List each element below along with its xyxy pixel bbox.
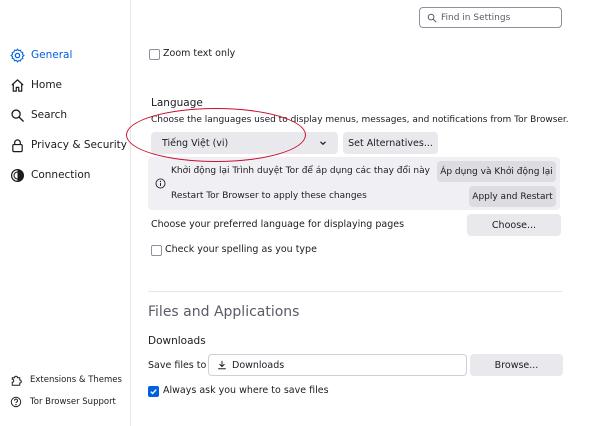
always-ask-checkbox[interactable] bbox=[148, 386, 159, 397]
sidebar-item-label: General bbox=[31, 49, 73, 61]
sidebar-item-label: Extensions & Themes bbox=[30, 375, 122, 385]
language-description: Choose the languages used to display men… bbox=[151, 115, 569, 125]
section-divider bbox=[148, 291, 562, 292]
download-folder-value: Downloads bbox=[232, 359, 285, 371]
chevron-down-icon bbox=[318, 138, 328, 148]
sidebar: General Home Search Privacy & Security C… bbox=[0, 0, 131, 426]
spell-check-label: Check your spelling as you type bbox=[165, 244, 317, 255]
language-select-value: Tiếng Việt (vi) bbox=[162, 137, 229, 149]
onion-icon bbox=[9, 167, 25, 183]
choose-language-button[interactable]: Choose... bbox=[467, 214, 561, 236]
download-folder-field[interactable]: Downloads bbox=[208, 354, 467, 376]
sidebar-item-connection[interactable]: Connection bbox=[0, 162, 130, 188]
sidebar-item-extensions[interactable]: Extensions & Themes bbox=[0, 371, 130, 389]
zoom-text-only-checkbox[interactable] bbox=[149, 49, 160, 60]
info-icon bbox=[155, 178, 166, 189]
home-icon bbox=[9, 77, 25, 93]
restart-message-en: Restart Tor Browser to apply these chang… bbox=[171, 191, 367, 201]
sidebar-item-support[interactable]: Tor Browser Support bbox=[0, 393, 130, 411]
spell-check-checkbox[interactable] bbox=[151, 245, 162, 256]
sidebar-item-label: Search bbox=[31, 109, 68, 121]
search-icon bbox=[427, 13, 437, 23]
puzzle-icon bbox=[10, 374, 22, 386]
search-input[interactable] bbox=[441, 12, 551, 23]
sidebar-item-label: Privacy & Security bbox=[31, 139, 127, 151]
lock-icon bbox=[9, 137, 25, 153]
sidebar-item-search[interactable]: Search bbox=[0, 102, 130, 128]
checkmark-icon bbox=[150, 389, 157, 395]
search-icon bbox=[9, 107, 25, 123]
apply-restart-button-en[interactable]: Apply and Restart bbox=[469, 186, 556, 207]
files-applications-heading: Files and Applications bbox=[148, 304, 300, 320]
downloads-heading: Downloads bbox=[148, 335, 206, 347]
save-files-label: Save files to bbox=[148, 360, 207, 371]
sidebar-item-privacy[interactable]: Privacy & Security bbox=[0, 132, 130, 158]
sidebar-item-home[interactable]: Home bbox=[0, 72, 130, 98]
language-heading: Language bbox=[151, 97, 203, 109]
page-language-label: Choose your preferred language for displ… bbox=[151, 219, 405, 230]
gear-icon bbox=[9, 47, 25, 63]
sidebar-item-label: Tor Browser Support bbox=[30, 397, 116, 407]
sidebar-item-label: Home bbox=[31, 79, 63, 91]
sidebar-item-label: Connection bbox=[31, 169, 91, 181]
settings-search-box[interactable] bbox=[419, 7, 562, 28]
browse-button[interactable]: Browse... bbox=[470, 354, 563, 376]
set-alternatives-button[interactable]: Set Alternatives... bbox=[343, 132, 438, 154]
download-icon bbox=[217, 360, 227, 370]
always-ask-label: Always ask you where to save files bbox=[163, 385, 329, 396]
zoom-text-only-label: Zoom text only bbox=[163, 48, 236, 59]
restart-message-vi: Khởi động lại Trình duyệt Tor để áp dụng… bbox=[171, 166, 430, 176]
apply-restart-button-vi[interactable]: Áp dụng và Khởi động lại bbox=[437, 161, 556, 182]
help-icon bbox=[10, 396, 22, 408]
language-select[interactable]: Tiếng Việt (vi) bbox=[151, 132, 338, 154]
sidebar-item-general[interactable]: General bbox=[0, 42, 130, 68]
